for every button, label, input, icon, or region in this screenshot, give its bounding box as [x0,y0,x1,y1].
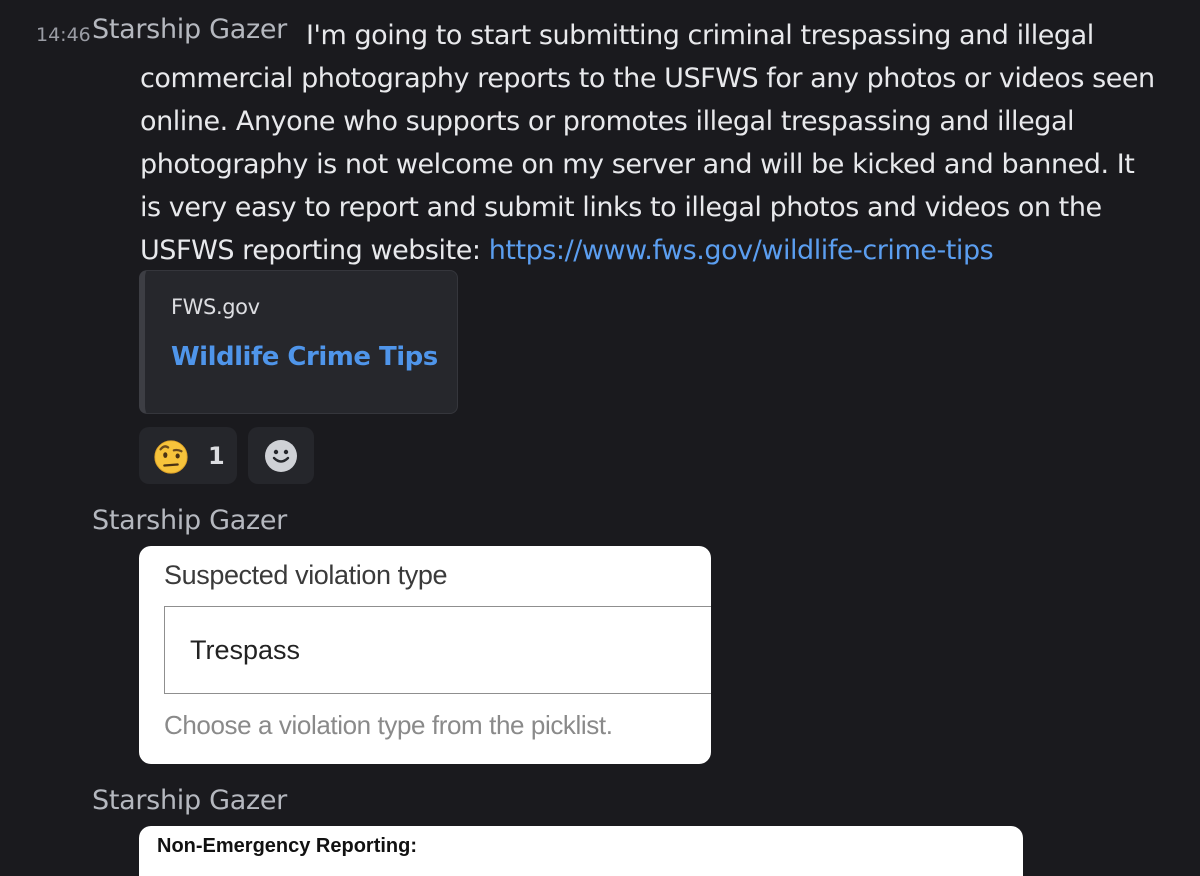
field-help-text: Choose a violation type from the picklis… [164,710,613,740]
select-value: Trespass [190,635,301,665]
chat-log: 14:46 Starship Gazer I'm going to start … [0,0,1200,876]
embed-title-link[interactable]: Wildlife Crime Tips [171,342,438,372]
message-timestamp: 14:46 [36,24,91,46]
field-label: Suspected violation type [164,560,448,590]
reaction-button[interactable]: 1 [139,427,237,484]
add-reaction-button[interactable] [248,427,314,484]
message-author[interactable]: Starship Gazer [92,505,287,536]
message-link[interactable]: https://www.fws.gov/wildlife-crime-tips [489,235,994,266]
embed-provider: FWS.gov [171,295,260,319]
image-attachment[interactable]: Suspected violation type Trespass Choose… [139,546,711,764]
violation-type-select: Trespass [164,606,711,694]
smiley-icon [265,439,297,472]
message-author[interactable]: Starship Gazer [92,785,287,816]
message-body: I'm going to start submitting criminal t… [140,20,1155,266]
document-heading: Non-Emergency Reporting: [157,835,418,857]
link-embed: FWS.gov Wildlife Crime Tips [139,270,458,414]
face-with-raised-eyebrow-icon [154,439,188,474]
message-text: I'm going to start submitting criminal t… [140,14,1160,272]
image-attachment[interactable]: Non-Emergency Reporting: [139,826,1023,876]
reaction-count: 1 [208,441,225,470]
